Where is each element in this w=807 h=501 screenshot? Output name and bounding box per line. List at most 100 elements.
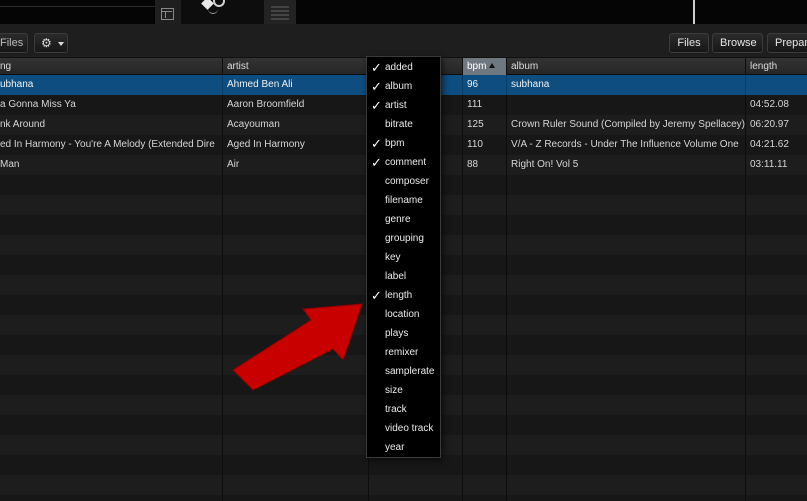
cell-album xyxy=(506,455,745,475)
menu-item-label: plays xyxy=(385,328,409,339)
cell-album xyxy=(506,315,745,335)
prepare-button[interactable]: Prepare xyxy=(767,33,807,53)
menu-item-length[interactable]: ✓ length xyxy=(367,286,440,305)
menu-item-label: year xyxy=(385,442,405,453)
cell-song: nk Around xyxy=(0,119,46,130)
menu-item-key[interactable]: key xyxy=(367,248,440,267)
menu-item-label: genre xyxy=(385,214,411,225)
cell-song xyxy=(0,235,222,255)
sync-icon xyxy=(213,0,225,7)
cell-song xyxy=(0,495,222,501)
list-lines-icon xyxy=(271,6,289,20)
menu-item-genre[interactable]: genre xyxy=(367,210,440,229)
menu-item-artist[interactable]: ✓ artist xyxy=(367,96,440,115)
cell-album xyxy=(506,395,745,415)
menu-item-label: key xyxy=(385,252,401,263)
menu-item-album[interactable]: ✓ album xyxy=(367,77,440,96)
menu-item-label: size xyxy=(385,385,403,396)
menu-item-comment[interactable]: ✓ comment xyxy=(367,153,440,172)
cell-bpm xyxy=(462,435,506,455)
menu-item-label: remixer xyxy=(385,347,419,358)
cell-song xyxy=(0,335,222,355)
cell-length xyxy=(745,315,807,335)
browse-button[interactable]: Browse xyxy=(712,33,763,53)
settings-dropdown-button[interactable]: ⚙ xyxy=(34,33,68,53)
cell-length xyxy=(745,455,807,475)
empty-row[interactable] xyxy=(0,495,807,501)
cell-bpm xyxy=(462,255,506,275)
checkmark-icon: ✓ xyxy=(371,79,382,94)
cell-length xyxy=(745,415,807,435)
menu-item-grouping[interactable]: grouping xyxy=(367,229,440,248)
cell-bpm xyxy=(462,455,506,475)
menu-item-samplerate[interactable]: samplerate xyxy=(367,362,440,381)
cell-length xyxy=(745,435,807,455)
cell-bpm xyxy=(462,335,506,355)
menu-item-label: samplerate xyxy=(385,366,435,377)
cell-artist: Aged In Harmony xyxy=(222,135,368,155)
cell-length: 04:21.62 xyxy=(745,135,807,155)
cell-length xyxy=(745,375,807,395)
menu-item-label: label xyxy=(385,271,407,282)
menu-item-added[interactable]: ✓ added xyxy=(367,58,440,77)
menu-item-year[interactable]: year xyxy=(367,438,440,457)
cell-bpm: 96 xyxy=(462,75,506,95)
column-header-bpm[interactable]: bpm xyxy=(462,58,506,75)
cell-album xyxy=(506,415,745,435)
cell-album xyxy=(506,215,745,235)
menu-item-size[interactable]: size xyxy=(367,381,440,400)
logo-smile-icon xyxy=(208,9,218,14)
empty-row[interactable] xyxy=(0,475,807,495)
cell-artist xyxy=(222,475,368,495)
playhead-marker xyxy=(693,0,695,24)
column-header-album[interactable]: album xyxy=(506,58,745,75)
cell-artist xyxy=(222,375,368,395)
cell-bpm xyxy=(462,475,506,495)
menu-item-composer[interactable]: composer xyxy=(367,172,440,191)
files-button[interactable]: Files xyxy=(669,33,709,53)
column-header-length[interactable]: length xyxy=(745,58,807,75)
menu-item-label: artist xyxy=(385,100,407,111)
cell-bpm xyxy=(462,395,506,415)
cell-length xyxy=(745,295,807,315)
cell-artist xyxy=(222,335,368,355)
cell-song xyxy=(0,395,222,415)
menu-item-bitrate[interactable]: bitrate xyxy=(367,115,440,134)
files-button-left[interactable]: Files xyxy=(0,33,28,53)
cell-bpm: 125 xyxy=(462,115,506,135)
menu-item-plays[interactable]: plays xyxy=(367,324,440,343)
cell-song xyxy=(0,415,222,435)
column-header-artist[interactable]: artist xyxy=(222,58,368,75)
menu-item-label: grouping xyxy=(385,233,424,244)
menu-item-label: bpm xyxy=(385,138,405,149)
empty-row[interactable] xyxy=(0,455,807,475)
cell-bpm xyxy=(462,215,506,235)
cell-album: subhana xyxy=(506,75,745,95)
menu-item-location[interactable]: location xyxy=(367,305,440,324)
cell-song xyxy=(0,255,222,275)
cell-bpm xyxy=(462,495,506,501)
cell-blank xyxy=(368,495,462,501)
waveform-view-button[interactable] xyxy=(264,0,296,24)
menu-item-label: length xyxy=(385,290,413,301)
menu-item-video-track[interactable]: video track xyxy=(367,419,440,438)
column-header-song[interactable]: ng xyxy=(0,58,222,75)
cell-album xyxy=(506,495,745,501)
cell-album xyxy=(506,255,745,275)
menu-item-track[interactable]: track xyxy=(367,400,440,419)
menu-item-label[interactable]: label xyxy=(367,267,440,286)
cell-song xyxy=(0,295,222,315)
cell-length xyxy=(745,395,807,415)
layout-toggle-button[interactable] xyxy=(155,0,181,24)
chevron-down-icon xyxy=(58,42,64,46)
menu-item-bpm[interactable]: ✓ bpm xyxy=(367,134,440,153)
cell-length xyxy=(745,75,807,95)
cell-artist xyxy=(222,175,368,195)
cell-length xyxy=(745,355,807,375)
cell-artist xyxy=(222,415,368,435)
cell-bpm xyxy=(462,175,506,195)
menu-item-remixer[interactable]: remixer xyxy=(367,343,440,362)
cell-artist xyxy=(222,255,368,275)
menu-item-filename[interactable]: filename xyxy=(367,191,440,210)
checkmark-icon: ✓ xyxy=(371,288,382,303)
